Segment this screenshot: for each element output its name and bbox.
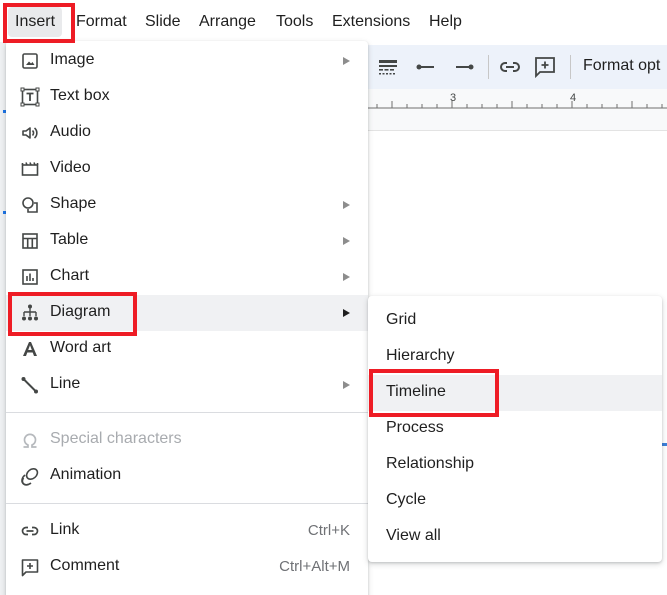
submenu-item-grid[interactable]: Grid — [368, 303, 662, 339]
ruler-label: 4 — [570, 92, 577, 104]
menu-item-table[interactable]: Table — [6, 223, 368, 259]
video-icon — [20, 159, 40, 179]
menu-bar: Insert Format Slide Arrange Tools Extens… — [0, 0, 667, 42]
submenu-item-label: Hierarchy — [386, 347, 455, 364]
toolbar-divider — [488, 55, 489, 79]
omega-icon — [20, 430, 40, 450]
submenu-item-label: View all — [386, 527, 441, 544]
submenu-item-label: Grid — [386, 311, 417, 328]
submenu-arrow-icon — [343, 57, 350, 65]
menu-format[interactable]: Format — [69, 7, 134, 37]
toolbar: Format opt — [368, 45, 667, 89]
selection-marker — [662, 443, 667, 446]
chart-icon — [20, 267, 40, 287]
menu-item-word-art[interactable]: Word art — [6, 331, 368, 367]
submenu-item-view-all[interactable]: View all — [368, 519, 662, 555]
menu-item-label: Shape — [50, 195, 97, 212]
menu-insert[interactable]: Insert — [8, 7, 63, 37]
animation-icon — [20, 466, 40, 486]
submenu-item-cycle[interactable]: Cycle — [368, 483, 662, 519]
table-icon — [20, 231, 40, 251]
submenu-item-process[interactable]: Process — [368, 411, 662, 447]
menu-item-label: Special characters — [50, 430, 182, 447]
menu-tools[interactable]: Tools — [269, 7, 320, 37]
submenu-arrow-icon — [343, 309, 350, 317]
shortcut-label: Ctrl+K — [307, 522, 350, 539]
submenu-arrow-icon — [343, 201, 350, 209]
menu-item-label: Link — [50, 521, 80, 538]
link-icon — [20, 521, 40, 541]
submenu-arrow-icon — [343, 237, 350, 245]
diagram-submenu: Grid Hierarchy Timeline Process Relation… — [368, 296, 662, 562]
image-icon — [20, 51, 40, 71]
submenu-item-label: Relationship — [386, 455, 475, 472]
submenu-item-label: Process — [386, 419, 444, 436]
submenu-arrow-icon — [343, 381, 350, 389]
menu-divider — [6, 412, 368, 413]
submenu-item-label: Cycle — [386, 491, 427, 508]
line-icon — [20, 375, 40, 395]
menu-help[interactable]: Help — [422, 7, 469, 37]
menu-slide[interactable]: Slide — [138, 7, 188, 37]
menu-item-label: Comment — [50, 557, 120, 574]
text-box-icon — [20, 87, 40, 107]
comment-icon — [20, 557, 40, 577]
menu-extensions[interactable]: Extensions — [325, 7, 417, 37]
menu-item-label: Animation — [50, 466, 122, 483]
menu-item-label: Image — [50, 51, 95, 68]
ruler-ticks — [368, 101, 667, 109]
submenu-item-timeline[interactable]: Timeline — [368, 375, 662, 411]
ruler-label: 3 — [450, 92, 457, 104]
menu-item-video[interactable]: Video — [6, 151, 368, 187]
menu-item-label: Text box — [50, 87, 110, 104]
menu-item-chart[interactable]: Chart — [6, 259, 368, 295]
menu-item-comment[interactable]: Comment Ctrl+Alt+M — [6, 549, 368, 585]
submenu-item-relationship[interactable]: Relationship — [368, 447, 662, 483]
menu-arrange[interactable]: Arrange — [192, 7, 263, 37]
line-end-icon[interactable] — [452, 55, 476, 79]
submenu-arrow-icon — [343, 273, 350, 281]
insert-link-icon[interactable] — [498, 55, 522, 79]
menu-item-text-box[interactable]: Text box — [6, 79, 368, 115]
diagram-icon — [20, 303, 40, 323]
line-dash-icon[interactable] — [376, 55, 400, 79]
menu-item-label: Video — [50, 159, 91, 176]
line-start-icon[interactable] — [414, 55, 438, 79]
menu-item-label: Diagram — [50, 303, 111, 320]
submenu-item-hierarchy[interactable]: Hierarchy — [368, 339, 662, 375]
menu-item-label: Word art — [50, 339, 112, 356]
word-art-icon — [20, 339, 40, 359]
menu-item-label: Chart — [50, 267, 90, 284]
format-options-button[interactable]: Format opt — [583, 57, 660, 75]
insert-menu: Image Text box Audio Video Shape Table C… — [6, 41, 368, 595]
menu-item-label: Line — [50, 375, 81, 392]
menu-item-label: Table — [50, 231, 89, 248]
menu-divider — [6, 503, 368, 504]
horizontal-ruler: 3 4 — [368, 89, 667, 111]
menu-item-link[interactable]: Link Ctrl+K — [6, 513, 368, 549]
menu-item-audio[interactable]: Audio — [6, 115, 368, 151]
submenu-item-label: Timeline — [386, 383, 446, 400]
ruler-area — [368, 111, 667, 131]
menu-item-line[interactable]: Line — [6, 367, 368, 403]
menu-item-animation[interactable]: Animation — [6, 458, 368, 494]
add-comment-icon[interactable] — [533, 55, 557, 79]
shape-icon — [20, 195, 40, 215]
menu-item-image[interactable]: Image — [6, 43, 368, 79]
shortcut-label: Ctrl+Alt+M — [279, 558, 350, 575]
toolbar-divider — [570, 55, 571, 79]
audio-icon — [20, 123, 40, 143]
menu-item-label: Audio — [50, 123, 91, 140]
menu-item-shape[interactable]: Shape — [6, 187, 368, 223]
menu-item-special-characters: Special characters — [6, 422, 368, 458]
menu-item-diagram[interactable]: Diagram — [6, 295, 368, 331]
